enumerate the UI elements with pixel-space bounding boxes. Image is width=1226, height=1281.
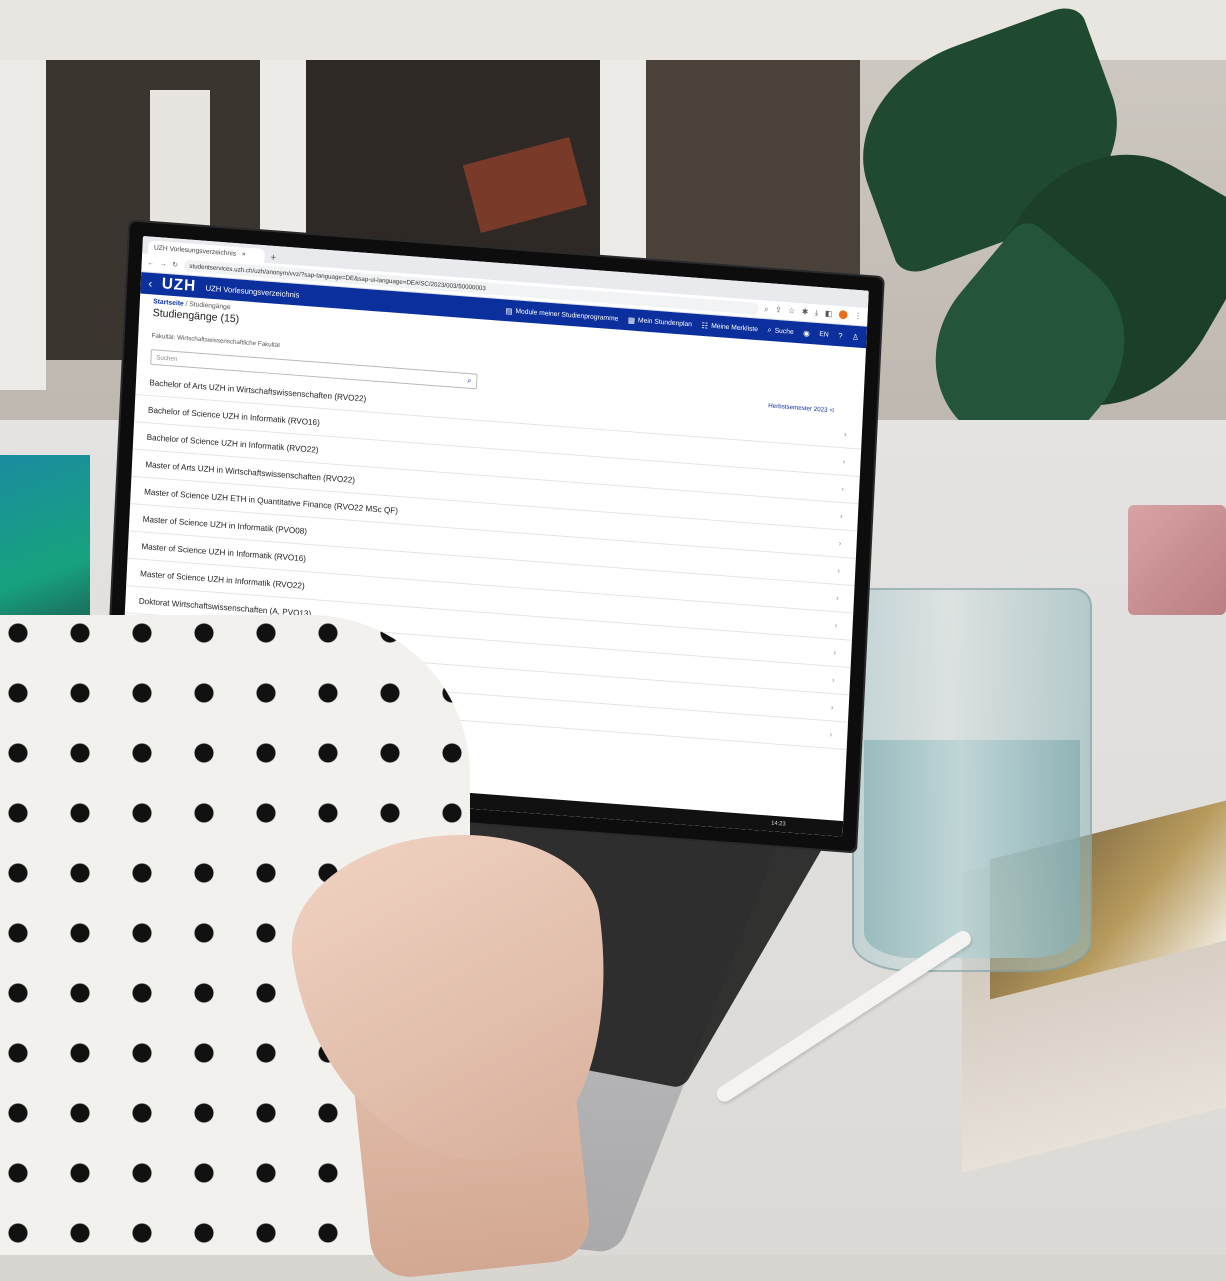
close-icon[interactable]: ×: [242, 251, 246, 258]
program-label: Master of Science UZH in Informatik (PVO…: [142, 513, 308, 536]
chevron-right-icon: ›: [837, 566, 841, 576]
share-icon[interactable]: ⇪: [775, 305, 782, 315]
reload-icon[interactable]: ↻: [172, 261, 178, 269]
semester-selector[interactable]: Herbstsemester 2023 ⩤: [768, 403, 834, 416]
menu-icon[interactable]: ⋮: [854, 311, 862, 321]
nav-search[interactable]: ⌕ Suche: [767, 325, 794, 337]
chevron-right-icon: ›: [839, 511, 843, 521]
nav-help[interactable]: ?: [838, 331, 843, 340]
bookshelf-post: [0, 60, 46, 390]
taskbar-clock: 14:23: [771, 820, 786, 828]
chevron-right-icon: ›: [834, 620, 838, 630]
chevron-right-icon: ›: [838, 538, 842, 548]
water-glass: [852, 588, 1092, 972]
nav-watchlist[interactable]: ☷ Meine Merkliste: [701, 321, 758, 334]
settings-icon: ◉: [802, 328, 811, 338]
nav-user[interactable]: ♙: [852, 332, 859, 341]
search-icon: ⌕: [767, 325, 773, 335]
magazine: [0, 455, 90, 615]
nav-timetable[interactable]: ▦ Mein Stundenplan: [628, 315, 692, 329]
program-label: Master of Science UZH in Informatik (RVO…: [141, 540, 307, 563]
back-arrow-icon[interactable]: ←: [147, 259, 154, 266]
app-title: UZH Vorlesungsverzeichnis: [205, 283, 300, 300]
sidepanel-icon[interactable]: ◧: [825, 309, 833, 319]
profile-avatar[interactable]: [838, 310, 848, 320]
modules-icon: ▤: [505, 305, 513, 316]
new-tab-icon[interactable]: +: [270, 252, 276, 263]
chevron-right-icon: ›: [829, 730, 833, 740]
help-icon: ?: [838, 330, 843, 341]
extensions-icon[interactable]: ✱: [802, 307, 809, 317]
user-icon: ♙: [851, 332, 860, 342]
chevron-right-icon: ›: [841, 484, 845, 494]
chevron-right-icon: ›: [842, 457, 846, 467]
zoom-icon[interactable]: ⌕: [764, 304, 769, 314]
star-icon[interactable]: ☆: [788, 306, 795, 316]
forward-arrow-icon[interactable]: →: [160, 260, 167, 267]
nav-language[interactable]: EN: [819, 331, 829, 339]
back-chevron-icon[interactable]: ‹: [148, 277, 152, 291]
chevron-right-icon: ›: [831, 675, 835, 685]
tab-title: UZH Vorlesungsverzeichnis: [153, 244, 237, 258]
watchlist-icon: ☷: [701, 320, 709, 330]
uzh-logo[interactable]: UZH: [161, 276, 196, 296]
pink-box: [1128, 505, 1226, 615]
chevron-right-icon: ›: [833, 648, 837, 658]
chevron-right-icon: ›: [830, 702, 834, 712]
program-label: Bachelor of Science UZH in Informatik (R…: [146, 431, 319, 455]
search-icon[interactable]: ⌕: [467, 376, 472, 386]
program-label: Master of Science UZH in Informatik (RVO…: [139, 568, 305, 591]
search-placeholder: Suchen: [156, 353, 178, 363]
calendar-icon: ▦: [627, 315, 636, 325]
browser-toolbar-icons: ⌕ ⇪ ☆ ✱ ⤓ ◧ ⋮: [764, 304, 862, 321]
program-label: Bachelor of Science UZH in Informatik (R…: [147, 404, 321, 427]
nav-modules[interactable]: ▤ Module meiner Studienprogramme: [505, 306, 618, 323]
water: [864, 740, 1080, 958]
download-icon[interactable]: ⤓: [815, 308, 819, 318]
chevron-right-icon: ›: [835, 593, 839, 603]
filter-icon: ⩤: [829, 407, 835, 415]
chevron-right-icon: ›: [843, 429, 847, 439]
nav-settings[interactable]: ◉: [803, 328, 810, 337]
